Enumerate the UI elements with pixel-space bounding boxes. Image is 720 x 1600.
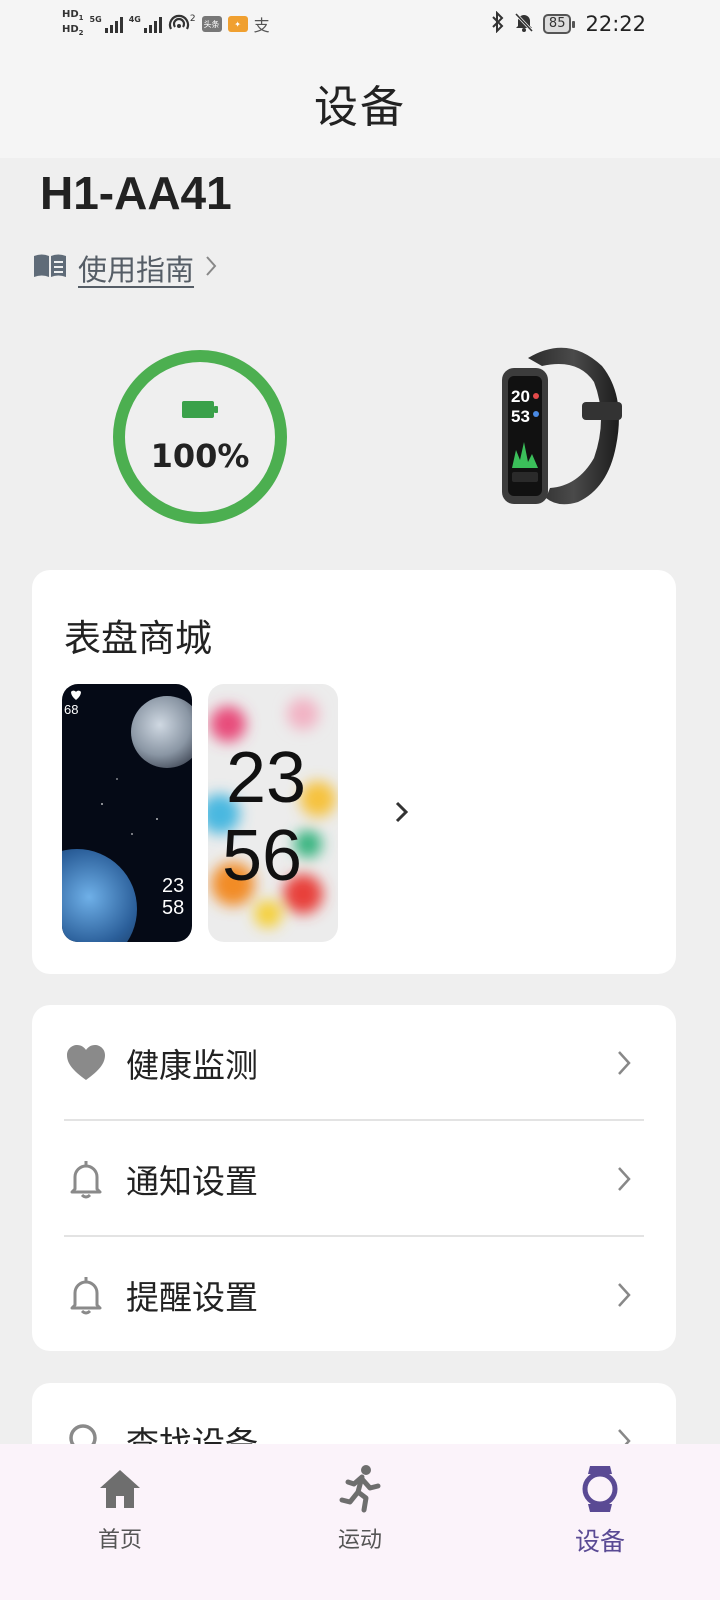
signal-4g-icon: 4G xyxy=(129,15,162,33)
settings-row-health[interactable]: 健康监测 xyxy=(32,1005,676,1120)
news-app-icon: 头条 xyxy=(201,16,222,32)
face-heart-value: 68 xyxy=(64,702,78,717)
battery-icon xyxy=(182,401,218,418)
hd1-sub: 1 xyxy=(78,14,84,22)
bell-icon xyxy=(70,1160,102,1198)
face-hour: 23 xyxy=(162,875,184,897)
alipay-icon: 支 xyxy=(253,16,270,35)
heart-icon xyxy=(67,1044,105,1080)
watch-face-space[interactable]: 68 23 58 xyxy=(62,684,192,942)
store-more-chevron-icon[interactable] xyxy=(390,795,414,829)
bluetooth-icon xyxy=(491,10,505,38)
battery-percent: 100% xyxy=(150,437,250,475)
status-bar-left: HD1 HD2 5G 4G 2 头条 ✦ 支 xyxy=(62,6,270,42)
battery-indicator: 85 xyxy=(542,14,575,34)
hd2-label: HD xyxy=(62,24,79,35)
network-5g-label: 5G xyxy=(89,15,102,24)
band-screen-minute: 53 xyxy=(511,407,530,426)
settings-row-label: 健康监测 xyxy=(126,1045,258,1085)
settings-card: 健康监测 通知设置 提醒设置 xyxy=(32,1005,676,1351)
nav-home-label: 首页 xyxy=(97,1528,142,1553)
guide-label: 使用指南 xyxy=(78,253,195,287)
face-minute: 58 xyxy=(162,897,184,919)
chevron-right-icon xyxy=(618,1166,631,1191)
face2-hour: 23 xyxy=(226,738,306,818)
watch-face-colorful[interactable]: 23 56 xyxy=(208,684,338,942)
bell-icon xyxy=(70,1276,102,1314)
chevron-right-icon xyxy=(204,254,218,282)
hotspot-count: 2 xyxy=(189,14,196,24)
bottom-navigation: 首页 运动 设备 xyxy=(0,1444,720,1600)
hotspot-icon: 2 xyxy=(168,14,196,34)
nav-sport[interactable]: 运动 xyxy=(240,1444,480,1600)
chevron-right-icon xyxy=(618,1282,631,1307)
hd-indicator: HD1 HD2 xyxy=(62,9,84,39)
store-title: 表盘商城 xyxy=(64,617,212,660)
settings-row-notification[interactable]: 通知设置 xyxy=(32,1121,676,1236)
device-name: H1-AA41 xyxy=(40,167,232,219)
page-title: 设备 xyxy=(314,82,406,133)
signal-5g-icon: 5G xyxy=(90,15,123,33)
settings-row-label: 提醒设置 xyxy=(126,1277,258,1317)
status-time: 22:22 xyxy=(585,12,646,36)
nav-home[interactable]: 首页 xyxy=(0,1444,240,1600)
running-icon xyxy=(339,1465,381,1513)
watch-icon xyxy=(582,1466,618,1512)
network-4g-label: 4G xyxy=(128,15,141,24)
hd1-label: HD xyxy=(62,9,79,20)
nav-device-label: 设备 xyxy=(574,1527,625,1556)
band-screen-hour: 20 xyxy=(511,387,530,406)
status-bar: HD1 HD2 5G 4G 2 头条 ✦ 支 85 22:22 xyxy=(0,0,720,48)
mute-bell-icon xyxy=(513,11,535,38)
chevron-right-icon xyxy=(618,1050,631,1075)
orange-app-icon: ✦ xyxy=(227,16,248,32)
settings-row-reminder[interactable]: 提醒设置 xyxy=(32,1237,676,1352)
home-icon xyxy=(100,1470,140,1508)
watch-face-store-card: 表盘商城 68 23 58 23 56 xyxy=(32,570,676,974)
smart-band-image: 20 53 xyxy=(502,347,622,505)
face2-minute: 56 xyxy=(222,816,302,896)
nav-sport-label: 运动 xyxy=(337,1528,382,1553)
hd2-sub: 2 xyxy=(78,29,84,37)
book-icon xyxy=(32,252,68,284)
nav-device[interactable]: 设备 xyxy=(480,1444,720,1600)
app-header: 设备 xyxy=(0,48,720,158)
user-guide-link[interactable]: 使用指南 xyxy=(32,248,218,288)
status-bar-right: 85 22:22 xyxy=(491,10,646,38)
settings-row-label: 通知设置 xyxy=(126,1161,258,1201)
